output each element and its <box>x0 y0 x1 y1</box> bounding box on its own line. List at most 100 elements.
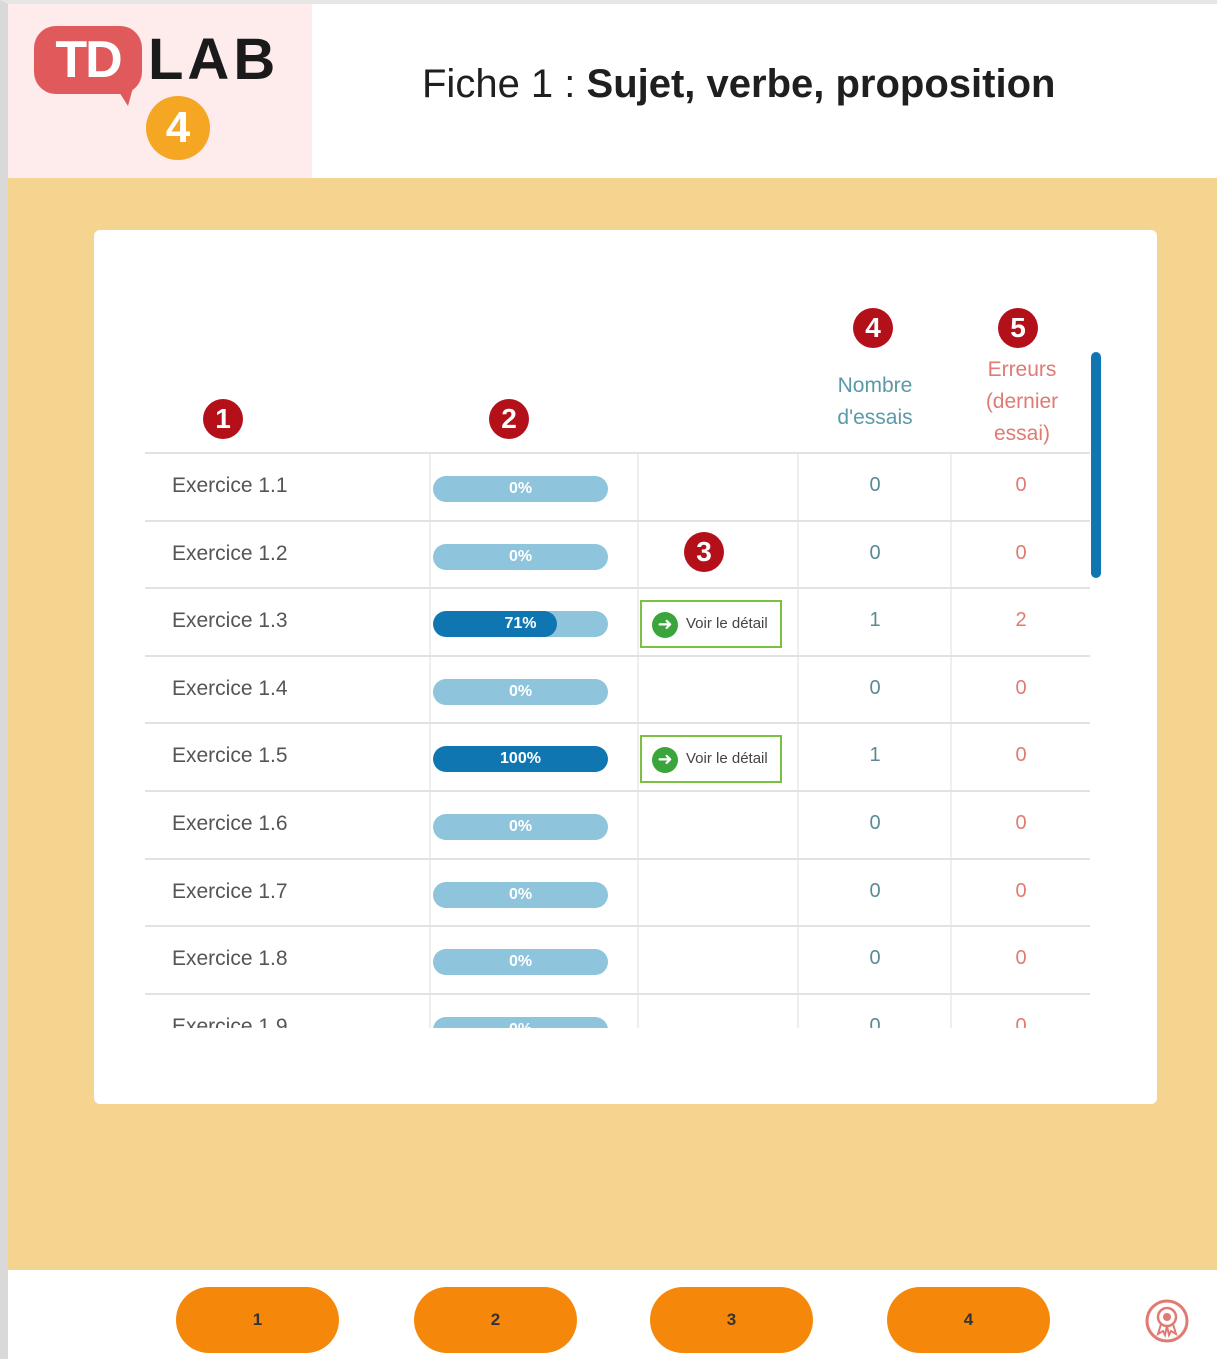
tries-count: 0 <box>869 811 881 834</box>
view-detail-button[interactable]: ➜ Voir le détail <box>640 600 782 649</box>
progress-text: 100% <box>500 750 541 768</box>
table-row: Exercice 1.9 0% 0 0 <box>145 992 1090 1028</box>
page-button-3[interactable]: 3 <box>650 1287 813 1353</box>
column-separator <box>797 656 799 723</box>
exercise-label[interactable]: Exercice 1.1 <box>172 474 288 498</box>
tries-count: 1 <box>869 609 881 632</box>
column-separator <box>637 521 639 588</box>
exercise-label[interactable]: Exercice 1.9 <box>172 1015 288 1028</box>
column-separator <box>637 791 639 858</box>
column-separator <box>429 454 431 520</box>
errors-count: 0 <box>1015 541 1027 564</box>
column-separator <box>950 994 952 1028</box>
page-button-4[interactable]: 4 <box>887 1287 1050 1353</box>
errors-count: 0 <box>1015 947 1027 970</box>
logo-lab: LAB <box>148 27 280 92</box>
view-detail-button[interactable]: ➜ Voir le détail <box>640 735 782 784</box>
errors-count: 0 <box>1015 744 1027 767</box>
arrow-right-icon: ➜ <box>652 612 678 639</box>
page-title-main: Sujet, verbe, proposition <box>586 62 1056 106</box>
exercise-label[interactable]: Exercice 1.5 <box>172 744 288 768</box>
errors-count: 2 <box>1015 609 1027 632</box>
progress-text: 0% <box>508 547 533 565</box>
progress-bar: 0% <box>433 881 608 908</box>
column-separator <box>637 724 639 790</box>
progress-text: 0% <box>508 480 533 497</box>
view-detail-label: Voir le détail <box>686 750 768 768</box>
table-row: Exercice 1.7 0% 0 0 <box>145 857 1090 926</box>
exercise-label[interactable]: Exercice 1.6 <box>172 812 288 836</box>
tries-count: 0 <box>869 1014 881 1028</box>
exercise-label[interactable]: Exercice 1.8 <box>172 947 288 971</box>
progress-bar: 0% <box>433 476 608 502</box>
column-header-tries-line2: d'essais <box>837 406 913 429</box>
column-separator <box>429 724 431 790</box>
progress-text: 0% <box>508 682 533 700</box>
column-separator <box>429 994 431 1028</box>
table-row: Exercice 1.6 0% 0 0 <box>145 789 1090 858</box>
badge-2: 2 <box>489 399 529 439</box>
column-separator <box>797 859 799 926</box>
exercise-label[interactable]: Exercice 1.7 <box>172 880 288 904</box>
award-icon[interactable] <box>1144 1298 1190 1344</box>
table-row: Exercice 1.1 0% 0 0 <box>145 452 1090 520</box>
progress-text: 0% <box>508 953 533 971</box>
progress-bar: 0% <box>433 1016 608 1028</box>
column-separator <box>429 791 431 858</box>
page-button-1[interactable]: 1 <box>176 1287 339 1353</box>
column-separator <box>637 859 639 926</box>
column-header-errors: Erreurs (dernier essai) <box>962 354 1082 450</box>
column-header-tries-line1: Nombre <box>837 374 913 397</box>
column-separator <box>950 859 952 926</box>
logo: TD LAB 4 <box>8 4 312 178</box>
column-header-errors-line1: Erreurs <box>987 358 1057 381</box>
column-separator <box>950 454 952 520</box>
logo-bubble-tail <box>114 84 134 106</box>
header: TD LAB 4 Fiche 1 : Sujet, verbe, proposi… <box>8 4 1217 178</box>
badge-5: 5 <box>998 308 1038 348</box>
column-separator <box>637 454 639 520</box>
column-separator <box>950 521 952 588</box>
column-separator <box>429 859 431 926</box>
badge-1: 1 <box>203 399 243 439</box>
column-separator <box>950 791 952 858</box>
column-separator <box>797 521 799 588</box>
column-separator <box>429 927 431 993</box>
column-separator <box>950 589 952 655</box>
page-title-prefix: Fiche 1 : <box>422 62 587 106</box>
scrollbar[interactable] <box>1091 352 1101 578</box>
column-separator <box>637 589 639 655</box>
tries-count: 0 <box>869 947 881 970</box>
table-row: Exercice 1.3 71% ➜ Voir le détail 1 2 <box>145 587 1090 655</box>
column-separator <box>950 724 952 790</box>
errors-count: 0 <box>1015 879 1027 902</box>
column-header-errors-line3: essai) <box>993 422 1051 445</box>
progress-bar: 100% <box>433 746 608 773</box>
column-separator <box>797 791 799 858</box>
page-button-2[interactable]: 2 <box>414 1287 577 1353</box>
table-row: Exercice 1.5 100% ➜ Voir le détail 1 0 <box>145 722 1090 790</box>
view-detail-label: Voir le détail <box>686 615 768 633</box>
page-title: Fiche 1 : Sujet, verbe, proposition <box>422 62 1055 107</box>
column-separator <box>797 994 799 1028</box>
tries-count: 0 <box>869 676 881 699</box>
table-row: Exercice 1.8 0% 0 0 <box>145 925 1090 993</box>
progress-bar: 0% <box>433 678 608 705</box>
column-separator <box>637 656 639 723</box>
errors-count: 0 <box>1015 1014 1027 1028</box>
column-separator <box>797 454 799 520</box>
column-separator <box>637 927 639 993</box>
column-separator <box>797 589 799 655</box>
badge-4: 4 <box>853 308 893 348</box>
exercise-label[interactable]: Exercice 1.2 <box>172 542 288 566</box>
exercise-label[interactable]: Exercice 1.3 <box>172 609 288 633</box>
progress-bar: 0% <box>433 813 608 840</box>
table-row: Exercice 1.4 0% 0 0 <box>145 654 1090 723</box>
progress-bar: 71% <box>433 611 608 638</box>
column-separator <box>950 927 952 993</box>
exercise-label[interactable]: Exercice 1.4 <box>172 677 288 701</box>
column-header-tries: Nombre d'essais <box>815 370 935 434</box>
tries-count: 1 <box>869 744 881 767</box>
column-separator <box>429 521 431 588</box>
column-header-errors-line2: (dernier <box>985 390 1059 413</box>
